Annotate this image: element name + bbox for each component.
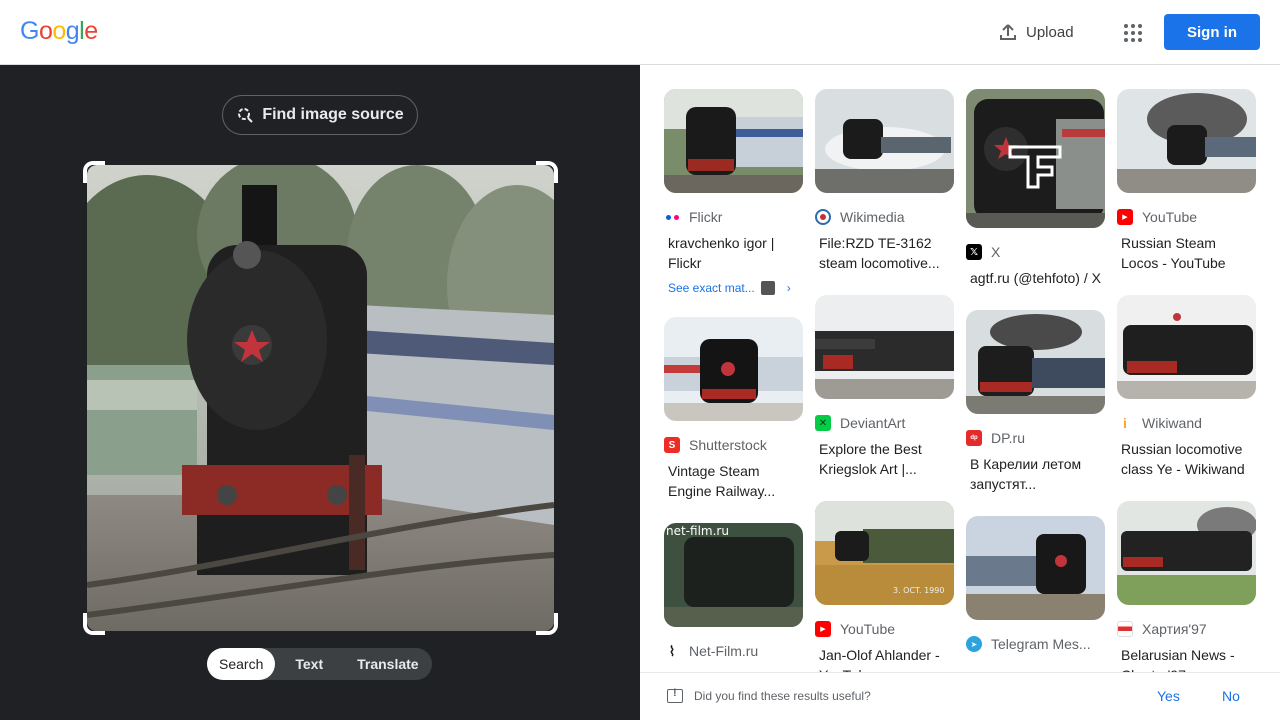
- upload-button[interactable]: Upload: [986, 14, 1086, 50]
- apps-grid-icon[interactable]: [1116, 16, 1148, 48]
- upload-icon: [1000, 24, 1016, 40]
- feedback-bar: Did you find these results useful? Yes N…: [640, 672, 1280, 720]
- result-source: Flickr: [664, 207, 803, 227]
- result-title: Explore the Best Kriegslok Art |...: [819, 441, 922, 477]
- result-thumbnail: [1117, 295, 1256, 399]
- result-thumbnail: 3. OCT. 1990: [815, 501, 954, 605]
- youtube-icon: ▶: [1117, 209, 1133, 225]
- result-title: Vintage Steam Engine Railway...: [668, 463, 776, 499]
- results-column-4: ▶ YouTube Russian Steam Locos - YouTube …: [1117, 89, 1256, 672]
- result-card[interactable]: Flickr kravchenko igor | Flickr See exac…: [664, 89, 803, 295]
- result-thumbnail: [815, 89, 954, 193]
- result-source: 𝕏 X: [966, 242, 1105, 262]
- find-source-label: Find image source: [262, 106, 404, 123]
- shutterstock-icon: S: [664, 437, 680, 453]
- feedback-icon: [667, 687, 683, 703]
- crop-selection[interactable]: [83, 161, 558, 635]
- dpru-icon: dp: [966, 430, 982, 446]
- result-source: ✕ DeviantArt: [815, 413, 954, 433]
- result-thumbnail: [1117, 501, 1256, 605]
- result-title: Russian locomotive class Ye - Wikiwand: [1121, 441, 1245, 477]
- result-thumbnail: [966, 516, 1105, 620]
- query-image: [87, 165, 554, 631]
- result-thumbnail: net-film.ru: [664, 523, 803, 627]
- result-card[interactable]: Wikimedia File:RZD TE-3162 steam locomot…: [815, 89, 954, 273]
- result-thumbnail: [815, 295, 954, 399]
- deviantart-icon: ✕: [815, 415, 831, 431]
- upload-label: Upload: [1026, 23, 1074, 41]
- google-logo[interactable]: Google: [20, 17, 98, 46]
- tab-translate[interactable]: Translate: [335, 648, 430, 680]
- see-exact-matches-link[interactable]: See exact mat... ›: [664, 281, 803, 295]
- wikimedia-icon: [815, 209, 831, 225]
- x-icon: 𝕏: [966, 244, 982, 260]
- result-card[interactable]: 3. OCT. 1990 ▶ YouTube Jan-Olof Ahlander…: [815, 501, 954, 672]
- result-card[interactable]: 𝕏 X agtf.ru (@tehfoto) / X: [966, 89, 1105, 288]
- telegram-icon: ➤: [966, 636, 982, 652]
- result-thumbnail: [966, 310, 1105, 414]
- results-column-1: Flickr kravchenko igor | Flickr See exac…: [664, 89, 803, 672]
- result-source: Хартия'97: [1117, 619, 1256, 639]
- result-source: Wikimedia: [815, 207, 954, 227]
- result-card[interactable]: ▶ YouTube Russian Steam Locos - YouTube: [1117, 89, 1256, 273]
- photo-date-stamp: 3. OCT. 1990: [893, 586, 944, 595]
- chevron-right-icon: ›: [786, 281, 791, 295]
- result-card[interactable]: ✕ DeviantArt Explore the Best Kriegslok …: [815, 295, 954, 479]
- result-source: i Wikiwand: [1117, 413, 1256, 433]
- feedback-yes-button[interactable]: Yes: [1157, 688, 1180, 704]
- netfilm-icon: ⌇: [668, 642, 676, 659]
- result-thumbnail: [1117, 89, 1256, 193]
- tab-search[interactable]: Search: [207, 648, 276, 680]
- result-title: В Карелии летом запустят...: [970, 456, 1082, 492]
- result-card[interactable]: i Wikiwand Russian locomotive class Ye -…: [1117, 295, 1256, 479]
- crop-handle-bottom-right[interactable]: [536, 613, 558, 635]
- charter97-icon: [1117, 621, 1133, 637]
- result-source: S Shutterstock: [664, 435, 803, 455]
- sign-in-button[interactable]: Sign in: [1164, 14, 1260, 50]
- flickr-icon: [664, 209, 680, 225]
- result-source: ⌇ Net-Film.ru: [664, 641, 803, 661]
- result-card[interactable]: Хартия'97 Belarusian News - Charter'97: [1117, 501, 1256, 672]
- crop-handle-top-left[interactable]: [83, 161, 105, 183]
- crop-handle-top-right[interactable]: [536, 161, 558, 183]
- results-column-3: 𝕏 X agtf.ru (@tehfoto) / X dp DP.ru В Ка…: [966, 89, 1105, 672]
- result-title: Belarusian News - Charter'97: [1121, 647, 1235, 672]
- find-image-source-button[interactable]: Find image source: [222, 95, 418, 135]
- result-title: Jan-Olof Ahlander - YouTube: [819, 647, 940, 672]
- feedback-question: Did you find these results useful?: [694, 689, 871, 703]
- result-thumbnail: [664, 317, 803, 421]
- lens-search-icon: [238, 108, 254, 123]
- result-title: kravchenko igor | Flickr: [668, 235, 775, 271]
- result-card[interactable]: ➤ Telegram Mes...: [966, 516, 1105, 654]
- result-source: ▶ YouTube: [815, 619, 954, 639]
- result-title: Russian Steam Locos - YouTube: [1121, 235, 1226, 271]
- youtube-icon: ▶: [815, 621, 831, 637]
- result-card[interactable]: dp DP.ru В Карелии летом запустят...: [966, 310, 1105, 494]
- feedback-no-button[interactable]: No: [1222, 688, 1240, 704]
- result-thumbnail: [664, 89, 803, 193]
- query-image-panel: Find image source Search Text Translate: [0, 65, 640, 720]
- result-title: agtf.ru (@tehfoto) / X: [970, 270, 1101, 286]
- result-title: File:RZD TE-3162 steam locomotive...: [819, 235, 940, 271]
- result-card[interactable]: net-film.ru ⌇ Net-Film.ru: [664, 523, 803, 661]
- result-card[interactable]: S Shutterstock Vintage Steam Engine Rail…: [664, 317, 803, 501]
- exact-match-thumbnail: [760, 281, 775, 295]
- visual-matches-grid: Flickr kravchenko igor | Flickr See exac…: [640, 65, 1280, 672]
- mode-tabs: Search Text Translate: [207, 648, 432, 680]
- net-film-watermark: net-film.ru: [666, 524, 729, 538]
- tab-text[interactable]: Text: [275, 648, 335, 680]
- result-source: dp DP.ru: [966, 428, 1105, 448]
- results-column-2: Wikimedia File:RZD TE-3162 steam locomot…: [815, 89, 954, 672]
- wikiwand-icon: i: [1123, 415, 1127, 431]
- result-source: ▶ YouTube: [1117, 207, 1256, 227]
- top-bar: Google Upload Sign in: [0, 0, 1280, 65]
- result-source: ➤ Telegram Mes...: [966, 634, 1105, 654]
- crop-handle-bottom-left[interactable]: [83, 613, 105, 635]
- result-thumbnail: [966, 89, 1105, 228]
